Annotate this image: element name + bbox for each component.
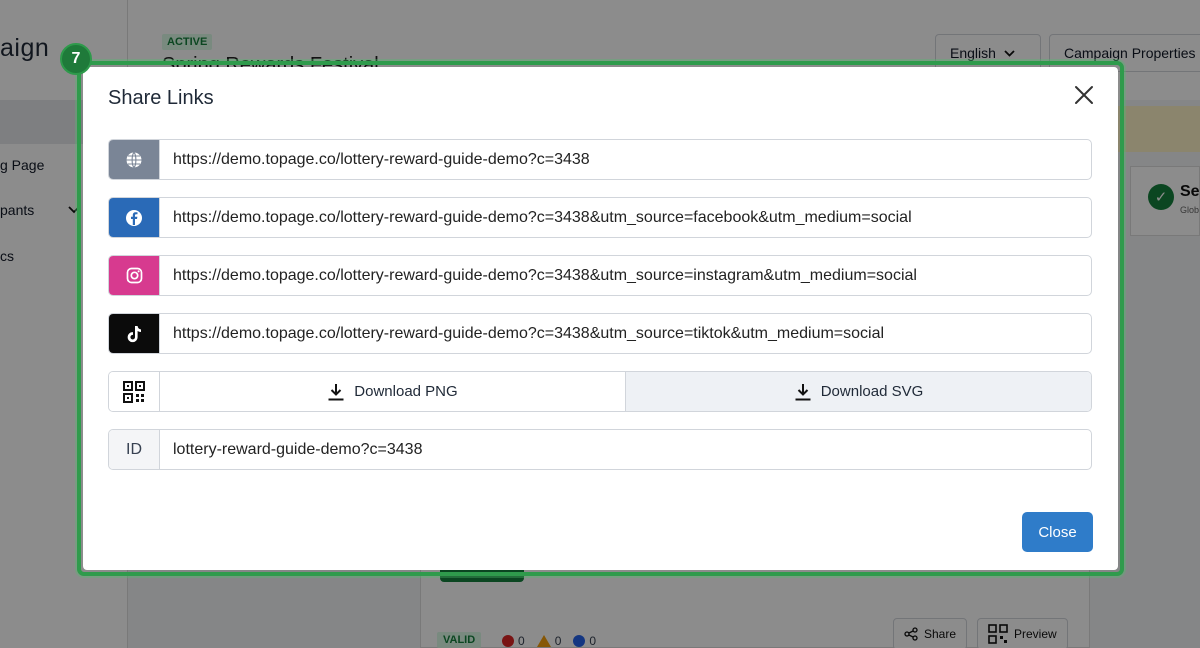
- share-link-row-web: https://demo.topage.co/lottery-reward-gu…: [108, 139, 1092, 180]
- instagram-icon: [109, 256, 159, 295]
- share-link-url[interactable]: https://demo.topage.co/lottery-reward-gu…: [159, 198, 1091, 237]
- qr-code-icon: [109, 372, 159, 411]
- id-label: ID: [109, 430, 159, 469]
- download-svg-label: Download SVG: [820, 383, 924, 400]
- download-png-label: Download PNG: [354, 383, 458, 400]
- globe-icon: [109, 140, 159, 179]
- qr-download-row: Download PNG Download SVG: [108, 371, 1092, 412]
- share-link-url[interactable]: https://demo.topage.co/lottery-reward-gu…: [159, 140, 1091, 179]
- facebook-icon: [109, 198, 159, 237]
- close-button[interactable]: Close: [1022, 512, 1093, 552]
- share-links-dialog: Share Links https://demo.topage.co/lotte…: [83, 67, 1118, 570]
- close-icon[interactable]: [1073, 84, 1095, 106]
- share-link-row-tiktok: https://demo.topage.co/lottery-reward-gu…: [108, 313, 1092, 354]
- share-link-row-instagram: https://demo.topage.co/lottery-reward-gu…: [108, 255, 1092, 296]
- dialog-title: Share Links: [108, 87, 214, 109]
- id-field[interactable]: lottery-reward-guide-demo?c=3438: [159, 430, 1091, 469]
- download-svg-button[interactable]: Download SVG: [625, 372, 1091, 411]
- download-icon: [328, 383, 344, 400]
- download-icon: [795, 383, 811, 400]
- share-link-row-facebook: https://demo.topage.co/lottery-reward-gu…: [108, 197, 1092, 238]
- share-link-url[interactable]: https://demo.topage.co/lottery-reward-gu…: [159, 256, 1091, 295]
- share-link-url[interactable]: https://demo.topage.co/lottery-reward-gu…: [159, 314, 1091, 353]
- tiktok-icon: [109, 314, 159, 353]
- step-marker: 7: [60, 43, 92, 75]
- id-row: ID lottery-reward-guide-demo?c=3438: [108, 429, 1092, 470]
- download-png-button[interactable]: Download PNG: [159, 372, 625, 411]
